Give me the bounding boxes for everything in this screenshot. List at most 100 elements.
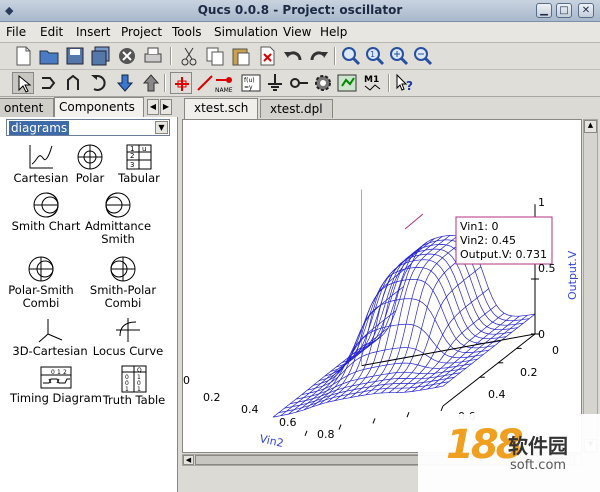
paste-icon[interactable] xyxy=(230,45,252,67)
svg-text:NAME: NAME xyxy=(215,87,233,94)
svg-text:2: 2 xyxy=(130,152,134,160)
tab-xtest-sch[interactable]: xtest.sch xyxy=(184,98,259,119)
component-polar-smith[interactable]: Polar-Smith Combi xyxy=(6,255,76,310)
watermark-brand: 软件园 xyxy=(508,434,568,458)
equation-icon[interactable]: f(u) =y xyxy=(240,72,262,94)
z-tick-0-5: 0.5 xyxy=(538,262,556,275)
open-folder-icon[interactable] xyxy=(38,45,60,67)
wire-icon[interactable] xyxy=(194,72,216,94)
scroll-up-icon[interactable]: ▲ xyxy=(584,120,597,133)
svg-text:2: 2 xyxy=(63,369,67,376)
truth-table-icon: Q 0 1 0 0 1 1 xyxy=(121,365,147,393)
zoom-one-icon[interactable]: 1 xyxy=(364,45,386,67)
vin1-tick-0-2: 0.2 xyxy=(520,366,538,379)
vin2-axis-labels: 0 0.2 0.4 0.6 0.8 Vin2 xyxy=(183,374,335,450)
zoom-fit-icon[interactable] xyxy=(340,45,362,67)
admittance-smith-icon xyxy=(105,192,131,218)
new-document-icon[interactable] xyxy=(12,45,34,67)
zoom-out-icon[interactable] xyxy=(412,45,434,67)
svg-text:=y: =y xyxy=(244,84,253,91)
svg-text:3: 3 xyxy=(130,161,134,169)
svg-text:f(u): f(u) xyxy=(244,77,255,84)
mirror-x-icon[interactable] xyxy=(38,72,60,94)
component-tabular[interactable]: 1 u 2 3 Tabular xyxy=(108,143,170,185)
vin2-tick-0-6: 0.6 xyxy=(279,416,297,429)
close-icon[interactable]: ✕ xyxy=(578,3,594,18)
select-cursor-icon[interactable] xyxy=(12,72,34,94)
vin2-tick-0-2: 0.2 xyxy=(203,391,221,404)
svg-text:Q: Q xyxy=(137,367,142,374)
component-admittance-smith[interactable]: Admittance Smith xyxy=(80,191,156,246)
tab-components[interactable]: Components xyxy=(54,97,144,117)
maximize-icon[interactable]: □ xyxy=(556,3,572,18)
menu-tools[interactable]: Tools xyxy=(172,25,202,39)
category-select[interactable]: diagrams ▼ xyxy=(6,119,170,136)
component-smith-polar[interactable]: Smith-Polar Combi xyxy=(86,255,160,310)
menu-project[interactable]: Project xyxy=(121,25,162,39)
tab-content[interactable]: ontent xyxy=(0,98,54,117)
mirror-y-icon[interactable] xyxy=(62,72,84,94)
smith-chart-icon xyxy=(33,192,59,218)
z-tick-0: 0 xyxy=(538,328,545,341)
vin2-tick-0-8: 0.8 xyxy=(317,428,335,441)
save-all-icon[interactable] xyxy=(90,45,112,67)
tab-scroll-right-icon[interactable]: ▶ xyxy=(160,99,172,115)
redo-icon[interactable] xyxy=(308,45,330,67)
3d-cartesian-plot[interactable]: Vin1: 0 Vin2: 0.45 Output.V: 0.731 1 0.5… xyxy=(183,120,582,453)
menu-simulation[interactable]: Simulation xyxy=(214,25,278,39)
view-data-icon[interactable] xyxy=(336,72,358,94)
vin2-tick-mark-4 xyxy=(304,430,308,436)
save-icon[interactable] xyxy=(64,45,86,67)
component-truth-table[interactable]: Q 0 1 0 0 1 1 Truth Table xyxy=(94,365,174,407)
vin2-tick-mark-2 xyxy=(372,418,376,424)
menu-help[interactable]: Help xyxy=(320,25,347,39)
go-into-icon[interactable] xyxy=(114,72,136,94)
minimize-icon[interactable]: ▁ xyxy=(536,3,552,18)
polar-smith-icon xyxy=(28,256,54,282)
vertical-scrollbar[interactable]: ▲ ▼ xyxy=(583,119,598,453)
scroll-left-icon[interactable]: ◀ xyxy=(183,455,194,465)
wire-label-icon[interactable]: NAME xyxy=(214,72,236,94)
watermark-logo: 188 软件园 soft.com xyxy=(418,414,600,492)
zoom-in-icon[interactable] xyxy=(388,45,410,67)
svg-text:M1: M1 xyxy=(364,75,379,85)
cut-icon[interactable] xyxy=(178,45,200,67)
tab-xtest-dpl[interactable]: xtest.dpl xyxy=(260,99,333,118)
deactivate-icon[interactable] xyxy=(170,72,192,94)
vin2-tick-mark-0 xyxy=(440,405,444,412)
undo-icon[interactable] xyxy=(282,45,304,67)
close-document-icon[interactable] xyxy=(116,45,138,67)
component-timing-diagram[interactable]: 0 1 2 Timing Diagram xyxy=(6,365,106,405)
locus-curve-icon xyxy=(116,318,140,342)
vin2-tick-0: 0 xyxy=(183,374,190,387)
panel-tabs: ontent Components ◀ ▶ xyxy=(0,97,178,117)
vin2-axis-label: Vin2 xyxy=(258,432,284,450)
menu-insert[interactable]: Insert xyxy=(76,25,110,39)
svg-text:1: 1 xyxy=(57,369,61,376)
pop-out-icon[interactable] xyxy=(140,72,162,94)
print-icon[interactable] xyxy=(142,45,164,67)
marker-icon[interactable]: M1 xyxy=(362,72,384,94)
tab-scroll-left-icon[interactable]: ◀ xyxy=(147,99,159,115)
menu-edit[interactable]: Edit xyxy=(40,25,63,39)
chevron-down-icon[interactable]: ▼ xyxy=(155,121,168,134)
z-axis-label: Output.V xyxy=(566,250,579,300)
svg-text:?: ? xyxy=(406,79,413,93)
mesh-line-v-4 xyxy=(411,312,505,392)
menu-file[interactable]: File xyxy=(6,25,26,39)
timing-diagram-icon: 0 1 2 xyxy=(40,366,72,389)
copy-icon[interactable] xyxy=(204,45,226,67)
whats-this-icon[interactable]: ? xyxy=(394,72,416,94)
vin2-tick-0-4: 0.4 xyxy=(241,403,259,416)
component-locus-curve[interactable]: Locus Curve xyxy=(78,316,178,358)
tabular-icon: 1 u 2 3 xyxy=(126,144,152,170)
menu-view[interactable]: View xyxy=(283,25,311,39)
schematic-canvas[interactable]: Vin1: 0 Vin2: 0.45 Output.V: 0.731 1 0.5… xyxy=(182,119,582,453)
ground-icon[interactable] xyxy=(264,72,286,94)
delete-icon[interactable] xyxy=(256,45,278,67)
rotate-icon[interactable] xyxy=(88,72,110,94)
port-icon[interactable] xyxy=(288,72,310,94)
component-panel: ontent Components ◀ ▶ diagrams ▼ Cartesi… xyxy=(0,97,178,492)
simulate-gear-icon[interactable] xyxy=(312,72,334,94)
marker-tooltip[interactable]: Vin1: 0 Vin2: 0.45 Output.V: 0.731 xyxy=(404,213,553,265)
